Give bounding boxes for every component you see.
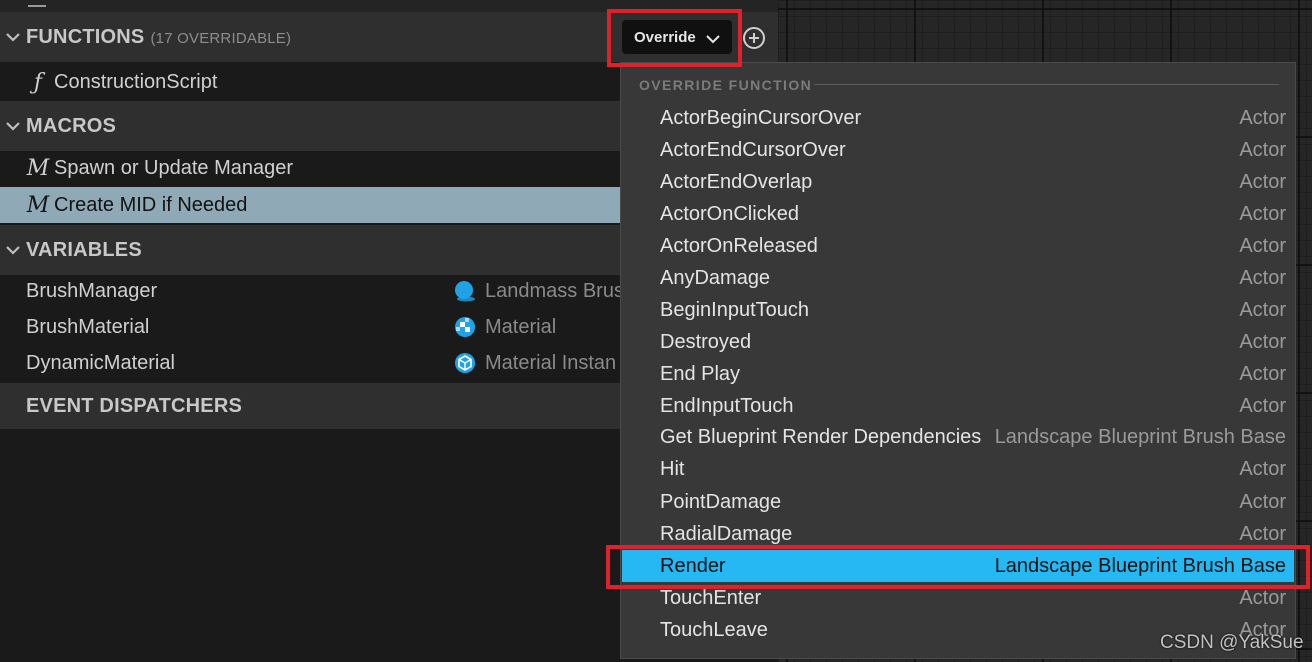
- event-dispatchers-section-label: EVENT DISPATCHERS: [26, 394, 243, 417]
- menu-item-radialdamage[interactable]: RadialDamage Actor: [622, 518, 1294, 550]
- menu-item-actorendcursorover[interactable]: ActorEndCursorOver Actor: [622, 134, 1294, 166]
- watermark: CSDN @YakSue: [1160, 632, 1304, 653]
- function-icon: ƒ: [33, 69, 43, 95]
- variable-type: Material: [454, 316, 556, 339]
- menu-item-owner: Actor: [1239, 202, 1286, 225]
- menu-item-render[interactable]: Render Landscape Blueprint Brush Base: [622, 550, 1294, 582]
- menu-item-owner: Actor: [1239, 586, 1286, 609]
- menu-item-actoronreleased[interactable]: ActorOnReleased Actor: [622, 230, 1294, 262]
- menu-item-end-play[interactable]: End Play Actor: [622, 358, 1294, 390]
- variable-type-label: Material: [485, 315, 557, 338]
- menu-item-owner: Landscape Blueprint Brush Base: [994, 554, 1286, 577]
- menu-item-owner: Actor: [1239, 266, 1286, 289]
- material-icon: [455, 317, 475, 337]
- menu-item-label: RadialDamage: [660, 522, 793, 545]
- menu-item-owner: Actor: [1239, 138, 1286, 161]
- menu-item-owner: Actor: [1239, 394, 1286, 417]
- menu-item-owner: Actor: [1239, 330, 1286, 353]
- functions-section-label: FUNCTIONS: [26, 25, 145, 48]
- plus-circle-icon: [743, 27, 765, 49]
- chevron-down-icon: [0, 121, 26, 131]
- menu-item-label: EndInputTouch: [660, 394, 794, 417]
- menu-title: OVERRIDE FUNCTION: [639, 77, 813, 93]
- menu-item-label: ActorOnClicked: [660, 202, 799, 225]
- chevron-down-icon: [0, 32, 26, 42]
- menu-item-label: Render: [660, 554, 726, 577]
- menu-item-owner: Actor: [1239, 490, 1286, 513]
- material-instance-icon: [455, 353, 475, 373]
- function-item-label: ConstructionScript: [54, 70, 218, 93]
- menu-item-touchenter[interactable]: TouchEnter Actor: [622, 582, 1294, 614]
- menu-item-label: Destroyed: [660, 330, 752, 353]
- menu-item-owner: Actor: [1239, 522, 1286, 545]
- menu-item-owner: Actor: [1239, 170, 1286, 193]
- macro-icon: M: [26, 192, 50, 218]
- variable-type-label: Landmass Brus: [485, 279, 624, 302]
- menu-item-owner: Actor: [1239, 106, 1286, 129]
- menu-item-label: End Play: [660, 362, 741, 385]
- menu-item-endinputtouch[interactable]: EndInputTouch Actor: [622, 390, 1294, 422]
- menu-item-label: ActorBeginCursorOver: [660, 106, 862, 129]
- override-button[interactable]: Override: [622, 20, 732, 54]
- overridable-count: (17 OVERRIDABLE): [150, 29, 292, 47]
- menu-item-owner: Actor: [1239, 298, 1286, 321]
- variables-section-label: VARIABLES: [26, 238, 142, 261]
- menu-item-hit[interactable]: Hit Actor: [622, 453, 1294, 485]
- panel-top-strip: [0, 0, 778, 12]
- menu-item-anydamage[interactable]: AnyDamage Actor: [622, 262, 1294, 294]
- menu-item-get-blueprint-render-dependencies[interactable]: Get Blueprint Render Dependencies Landsca…: [622, 421, 1294, 453]
- object-reference-icon: [455, 281, 475, 302]
- menu-item-label: Hit: [660, 457, 685, 480]
- variable-type-label: Material Instan: [485, 351, 617, 374]
- menu-item-label: Get Blueprint Render Dependencies: [660, 425, 982, 448]
- variable-name: BrushMaterial: [26, 315, 150, 338]
- macros-section-label: MACROS: [26, 114, 117, 137]
- override-function-menu: OVERRIDE FUNCTION ActorBeginCursorOver Ac…: [620, 62, 1296, 659]
- menu-item-label: ActorEndCursorOver: [660, 138, 846, 161]
- variable-name: BrushManager: [26, 279, 158, 302]
- menu-item-pointdamage[interactable]: PointDamage Actor: [622, 486, 1294, 518]
- menu-item-owner: Actor: [1239, 362, 1286, 385]
- override-button-label: Override: [634, 28, 696, 46]
- variable-type: Material Instan: [454, 352, 616, 375]
- macro-item-label: Create MID if Needed: [54, 193, 248, 216]
- menu-item-label: BeginInputTouch: [660, 298, 810, 321]
- variable-name: DynamicMaterial: [26, 351, 175, 374]
- menu-item-label: TouchLeave: [660, 618, 768, 641]
- menu-item-owner: Actor: [1239, 234, 1286, 257]
- chevron-down-icon: [706, 31, 720, 48]
- menu-item-actorendoverlap[interactable]: ActorEndOverlap Actor: [622, 166, 1294, 198]
- menu-item-owner: Landscape Blueprint Brush Base: [994, 425, 1286, 448]
- macro-icon: M: [26, 155, 50, 181]
- menu-item-actoronclicked[interactable]: ActorOnClicked Actor: [622, 198, 1294, 230]
- menu-item-begininputtouch[interactable]: BeginInputTouch Actor: [622, 294, 1294, 326]
- menu-item-owner: Actor: [1239, 457, 1286, 480]
- add-function-button[interactable]: [742, 26, 766, 50]
- menu-item-label: ActorOnReleased: [660, 234, 818, 257]
- menu-item-destroyed[interactable]: Destroyed Actor: [622, 326, 1294, 358]
- chevron-down-icon: [0, 245, 26, 255]
- menu-item-label: ActorEndOverlap: [660, 170, 813, 193]
- macro-item-label: Spawn or Update Manager: [54, 156, 294, 179]
- menu-item-label: PointDamage: [660, 490, 782, 513]
- menu-title-divider: [814, 84, 1279, 85]
- menu-item-actorbegincursorover[interactable]: ActorBeginCursorOver Actor: [622, 102, 1294, 134]
- menu-item-label: TouchEnter: [660, 586, 762, 609]
- variable-type: Landmass Brus: [454, 280, 624, 303]
- menu-item-label: AnyDamage: [660, 266, 771, 289]
